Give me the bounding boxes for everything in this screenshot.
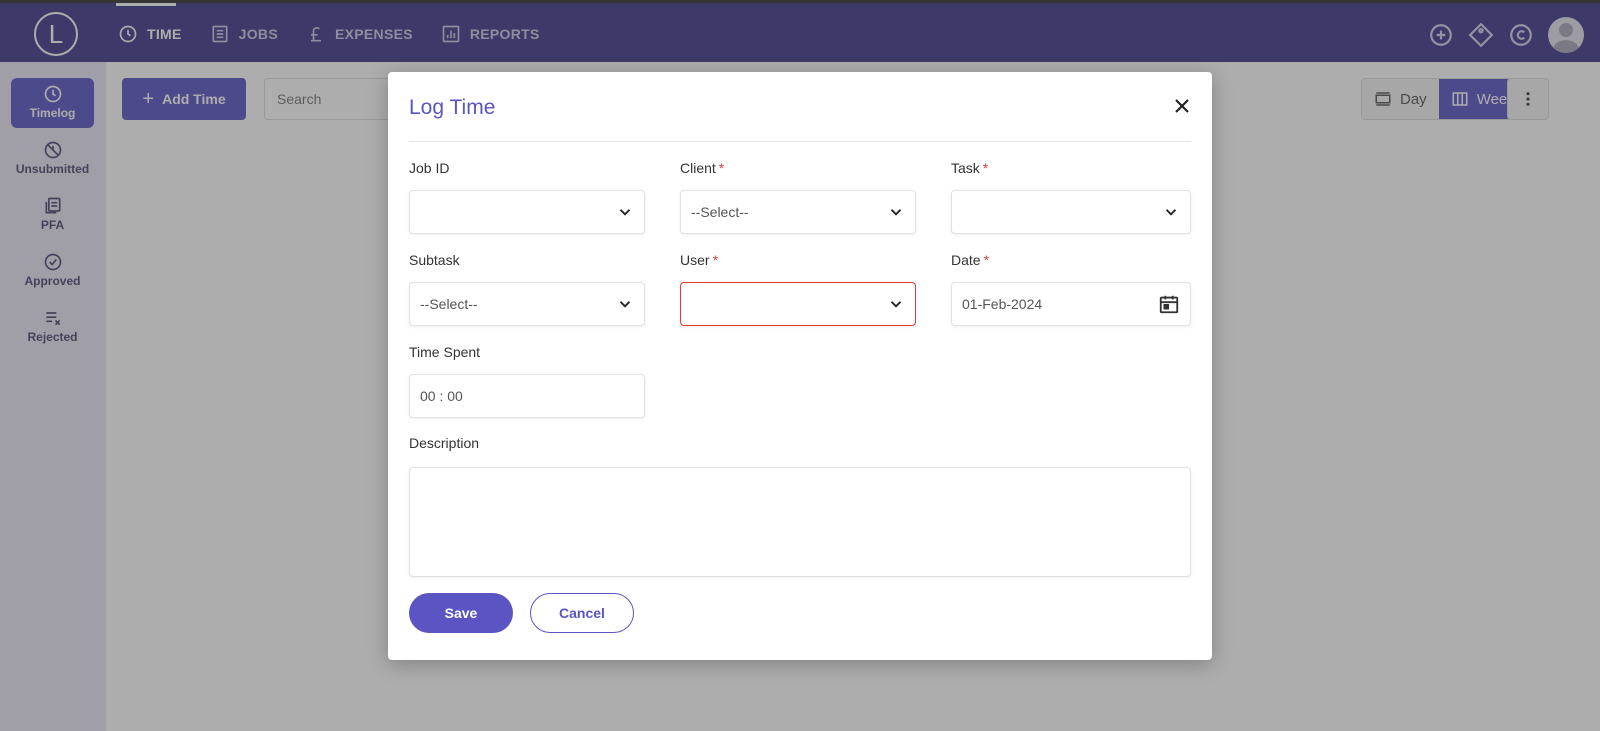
time-spent-input[interactable]: 00 : 00 xyxy=(409,374,645,418)
description-label: Description xyxy=(409,435,480,451)
time-spent-value: 00 : 00 xyxy=(420,388,463,404)
time-spent-label: Time Spent xyxy=(409,344,481,360)
subtask-label: Subtask xyxy=(409,252,460,268)
save-button[interactable]: Save xyxy=(409,593,513,633)
date-label: Date * xyxy=(951,252,990,268)
chevron-down-icon xyxy=(890,301,902,308)
close-icon[interactable] xyxy=(1170,94,1194,118)
required-marker: * xyxy=(983,252,990,268)
user-label: User * xyxy=(680,252,719,268)
modal-title: Log Time xyxy=(409,96,496,119)
client-label: Client * xyxy=(680,160,725,176)
chevron-down-icon xyxy=(619,301,631,308)
cancel-button[interactable]: Cancel xyxy=(530,593,634,633)
description-textarea[interactable] xyxy=(409,467,1191,577)
required-marker: * xyxy=(718,160,725,176)
chevron-down-icon xyxy=(1165,209,1177,216)
task-label: Task * xyxy=(951,160,989,176)
client-value: --Select-- xyxy=(691,204,749,220)
client-select[interactable]: --Select-- xyxy=(680,190,916,234)
date-input[interactable]: 01-Feb-2024 xyxy=(951,282,1191,326)
job-id-select[interactable] xyxy=(409,190,645,234)
chevron-down-icon xyxy=(619,209,631,216)
calendar-icon[interactable] xyxy=(1158,293,1180,315)
job-id-label: Job ID xyxy=(409,160,450,176)
subtask-select[interactable]: --Select-- xyxy=(409,282,645,326)
required-marker: * xyxy=(712,252,719,268)
subtask-value: --Select-- xyxy=(420,296,478,312)
chevron-down-icon xyxy=(890,209,902,216)
date-value: 01-Feb-2024 xyxy=(962,296,1043,312)
user-select[interactable] xyxy=(680,282,916,326)
task-select[interactable] xyxy=(951,190,1191,234)
required-marker: * xyxy=(982,160,989,176)
modal-divider xyxy=(409,141,1191,142)
log-time-modal: Log Time Job ID Client * --Select-- Task *… xyxy=(388,72,1212,660)
